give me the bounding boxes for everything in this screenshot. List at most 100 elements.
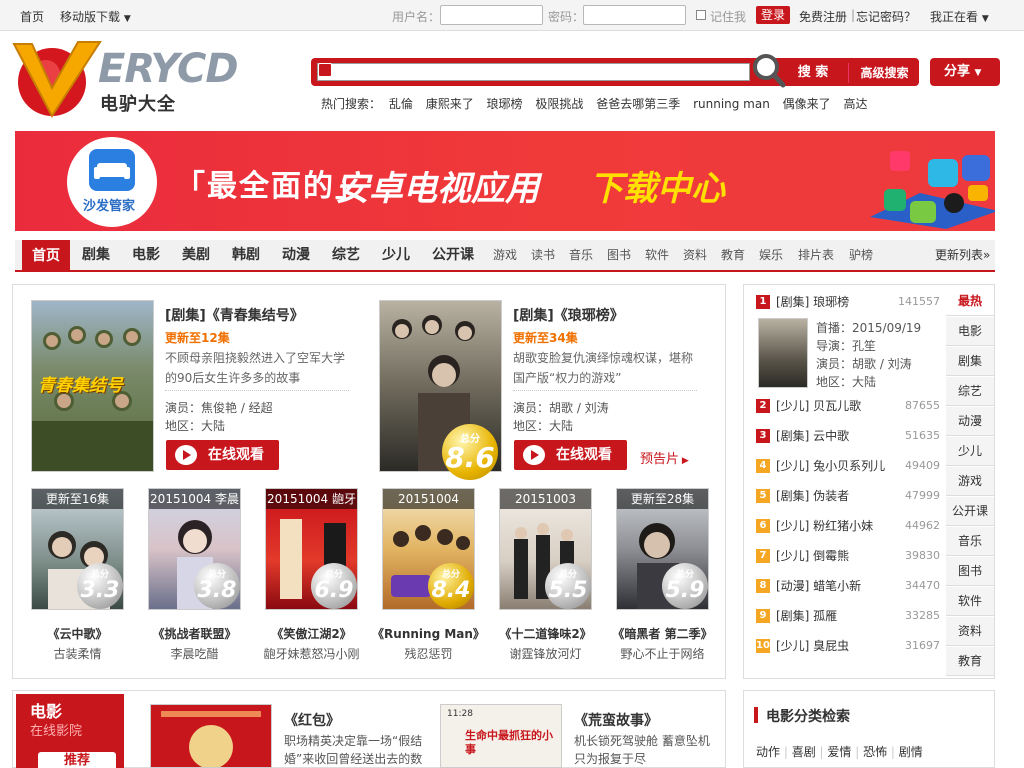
ranking-row[interactable]: 7 [少儿] 倒霉熊 39830	[744, 541, 944, 571]
poster-title[interactable]: 《暗黑者 第二季》	[606, 625, 719, 642]
nav-item-schedule[interactable]: 排片表	[798, 240, 834, 270]
advanced-search-button[interactable]: 高级搜索	[848, 63, 920, 83]
nav-item-reading[interactable]: 读书	[531, 240, 555, 270]
nav-item-music[interactable]: 音乐	[569, 240, 593, 270]
category-item[interactable]: 恐怖	[863, 745, 887, 759]
ranking-row[interactable]: 5 [剧集] 伪装者 47999	[744, 481, 944, 511]
tab-materials[interactable]: 资料	[946, 617, 994, 646]
username-input[interactable]	[440, 5, 543, 25]
score-badge: 总分 6.9	[311, 563, 357, 609]
ranking-row[interactable]: 8 [动漫] 蜡笔小新 34470	[744, 571, 944, 601]
poster-title[interactable]: 《挑战者联盟》	[143, 625, 246, 642]
tab-course[interactable]: 公开课	[946, 497, 994, 526]
hot-term[interactable]: 极限挑战	[535, 97, 583, 111]
ranking-row[interactable]: 2 [少儿] 贝瓦儿歌 87655	[744, 391, 944, 421]
poster-image[interactable]: 青春集结号	[31, 300, 154, 472]
nav-item-chart[interactable]: 驴榜	[849, 240, 873, 270]
nav-item-anime[interactable]: 动漫	[282, 240, 310, 270]
poster-title[interactable]: 《十二道锋味2》	[494, 625, 597, 642]
nav-item-home[interactable]: 首页	[22, 240, 70, 272]
tab-music[interactable]: 音乐	[946, 527, 994, 556]
forgot-password-link[interactable]: 忘记密码？	[856, 8, 916, 25]
tab-games[interactable]: 游戏	[946, 467, 994, 496]
nav-item-education[interactable]: 教育	[721, 240, 745, 270]
category-item[interactable]: 喜剧	[792, 745, 816, 759]
category-item[interactable]: 动作	[756, 745, 780, 759]
category-item[interactable]: 剧情	[899, 745, 923, 759]
poster-image[interactable]: 11:28 生命中最抓狂的小事	[440, 704, 562, 768]
poster-image[interactable]: 20151004 总分 8.4	[382, 488, 475, 610]
tab-software[interactable]: 软件	[946, 587, 994, 616]
password-input[interactable]	[583, 5, 686, 25]
search-button[interactable]: 搜 索	[788, 63, 838, 83]
poster-image[interactable]: 更新至16集 总分 3.3	[31, 488, 124, 610]
home-link[interactable]: 首页	[20, 8, 44, 25]
nav-item-drama[interactable]: 剧集	[82, 240, 110, 270]
tab-education[interactable]: 教育	[946, 647, 994, 676]
hot-term[interactable]: 高达	[844, 97, 868, 111]
rank-number: 2	[756, 399, 770, 413]
hot-term[interactable]: 琅琊榜	[487, 97, 523, 111]
nav-item-materials[interactable]: 资料	[683, 240, 707, 270]
ranking-row[interactable]: 10 [少儿] 臭屁虫 31697	[744, 631, 944, 661]
movie-title[interactable]: 《荒蛮故事》	[574, 710, 658, 730]
register-link[interactable]: 免费注册	[799, 8, 847, 25]
search-input[interactable]	[317, 63, 750, 81]
hot-term[interactable]: 康熙来了	[426, 97, 474, 111]
nav-item-variety[interactable]: 综艺	[332, 240, 360, 270]
nav-item-us-drama[interactable]: 美剧	[182, 240, 210, 270]
feature-title[interactable]: [剧集]《琅琊榜》	[513, 305, 624, 325]
nav-item-course[interactable]: 公开课	[432, 240, 474, 270]
nav-item-entertainment[interactable]: 娱乐	[759, 240, 783, 270]
remember-checkbox[interactable]	[696, 10, 706, 20]
nav-item-kids[interactable]: 少儿	[382, 240, 410, 270]
share-button[interactable]: 分享 ▼	[930, 58, 1000, 86]
poster-image[interactable]: 20151004 李晨 总分 3.8	[148, 488, 241, 610]
tab-hottest[interactable]: 最热	[946, 287, 994, 316]
mobile-download-link[interactable]: 移动版下载 ▼	[60, 8, 131, 25]
tab-movie[interactable]: 电影	[946, 317, 994, 346]
ranking-row[interactable]: 9 [剧集] 孤雁 33285	[744, 601, 944, 631]
score-badge: 总分 8.6	[442, 424, 498, 480]
ranking-row[interactable]: 1 [剧集] 琅琊榜 141557	[744, 287, 944, 317]
ranking-row[interactable]: 4 [少儿] 兔小贝系列儿 49409	[744, 451, 944, 481]
watch-online-button[interactable]: 在线观看	[166, 440, 279, 470]
trailer-link[interactable]: 预告片 ▶	[640, 448, 689, 467]
poster-title[interactable]: 《笑傲江湖2》	[260, 625, 363, 642]
tab-variety[interactable]: 综艺	[946, 377, 994, 406]
magnifier-icon[interactable]	[752, 53, 786, 89]
nav-item-books[interactable]: 图书	[607, 240, 631, 270]
ad-banner[interactable]: 沙发管家 「最全面的」 安卓电视应用 下载中心	[15, 131, 995, 231]
hot-term[interactable]: 乱倫	[389, 97, 413, 111]
poster-image[interactable]: 20151003 总分 5.5	[499, 488, 592, 610]
nav-item-movie[interactable]: 电影	[132, 240, 160, 270]
poster-image[interactable]: 20151004 龅牙 总分 6.9	[265, 488, 358, 610]
nav-item-games[interactable]: 游戏	[493, 240, 517, 270]
nav-item-k-drama[interactable]: 韩剧	[232, 240, 260, 270]
ranking-row[interactable]: 6 [少儿] 粉红猪小妹 44962	[744, 511, 944, 541]
section-title[interactable]: 电影	[30, 698, 62, 722]
recommend-tab[interactable]: 推荐	[38, 752, 116, 768]
ranking-poster-image[interactable]	[758, 318, 808, 388]
hot-term[interactable]: 爸爸去哪第三季	[596, 97, 680, 111]
hot-term[interactable]: 偶像来了	[783, 97, 831, 111]
watching-menu[interactable]: 我正在看 ▼	[930, 8, 989, 25]
poster-title[interactable]: 《云中歌》	[26, 625, 129, 642]
movie-title[interactable]: 《红包》	[284, 710, 340, 730]
category-item[interactable]: 爱情	[827, 745, 851, 759]
tab-books[interactable]: 图书	[946, 557, 994, 586]
update-list-link[interactable]: 更新列表»	[935, 240, 990, 270]
watch-online-button[interactable]: 在线观看	[514, 440, 627, 470]
poster-image[interactable]: 更新至28集 总分 5.9	[616, 488, 709, 610]
login-button[interactable]: 登录	[756, 6, 790, 24]
tab-kids[interactable]: 少儿	[946, 437, 994, 466]
ranking-row[interactable]: 3 [剧集] 云中歌 51635	[744, 421, 944, 451]
rank-number: 1	[756, 295, 770, 309]
poster-image[interactable]	[150, 704, 272, 768]
nav-item-software[interactable]: 软件	[645, 240, 669, 270]
feature-title[interactable]: [剧集]《青春集结号》	[165, 305, 304, 325]
hot-term[interactable]: running man	[693, 97, 770, 111]
tab-anime[interactable]: 动漫	[946, 407, 994, 436]
poster-title[interactable]: 《Running Man》	[372, 625, 485, 642]
tab-drama[interactable]: 剧集	[946, 347, 994, 376]
